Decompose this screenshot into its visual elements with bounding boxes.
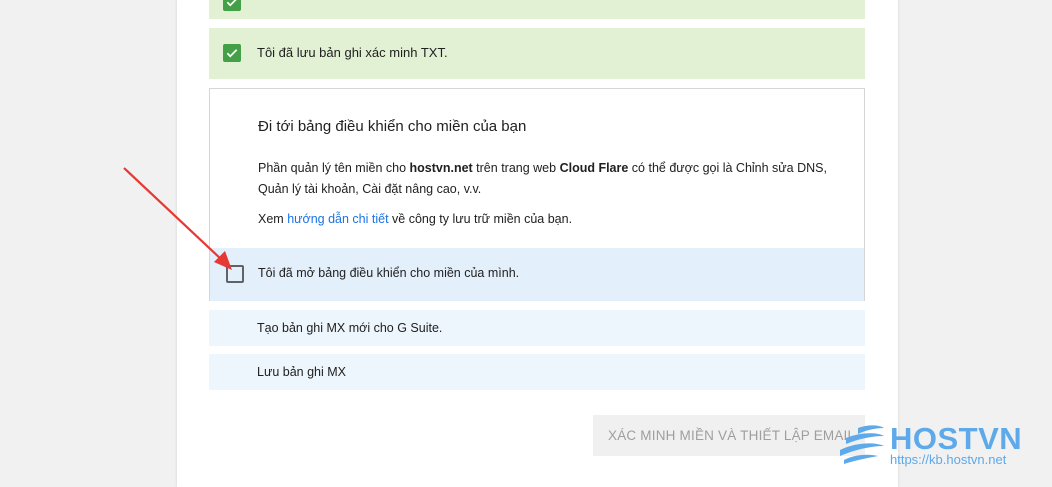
confirm-checkbox[interactable] bbox=[226, 265, 244, 283]
hostvn-logo-icon bbox=[840, 425, 884, 464]
step-pending-mx-save: Lưu bản ghi MX bbox=[209, 354, 865, 390]
step-label: Lưu bản ghi MX bbox=[257, 365, 346, 379]
guide-link[interactable]: hướng dẫn chi tiết bbox=[287, 212, 388, 226]
step-active-domain-console: Đi tới bảng điều khiển cho miền của bạn … bbox=[209, 88, 865, 301]
checkbox-checked[interactable] bbox=[223, 0, 241, 11]
verify-domain-button[interactable]: XÁC MINH MIỀN VÀ THIẾT LẬP EMAIL bbox=[593, 415, 865, 456]
guide-line: Xem hướng dẫn chi tiết về công ty lưu tr… bbox=[258, 212, 572, 226]
guide-text: Xem bbox=[258, 212, 288, 226]
watermark-url: https://kb.hostvn.net bbox=[890, 452, 1007, 467]
desc-text: trên trang web bbox=[472, 161, 560, 175]
confirm-label: Tôi đã mở bảng điều khiển cho miền của m… bbox=[258, 266, 520, 280]
guide-text: về công ty lưu trữ miền của bạn. bbox=[388, 212, 573, 226]
checkbox-checked[interactable] bbox=[223, 44, 241, 62]
confirm-console-row[interactable]: Tôi đã mở bảng điều khiển cho miền của m… bbox=[210, 248, 864, 301]
step-pending-mx-create: Tạo bản ghi MX mới cho G Suite. bbox=[209, 310, 865, 346]
hostvn-watermark: HOSTVN https://kb.hostvn.net bbox=[838, 418, 1038, 470]
checkmark-icon bbox=[226, 49, 238, 58]
step-completed-txt: Tôi đã lưu bản ghi xác minh TXT. bbox=[209, 28, 865, 79]
checkmark-icon bbox=[226, 0, 237, 7]
step-description: Phần quản lý tên miền cho hostvn.net trê… bbox=[258, 158, 848, 200]
domain-name: hostvn.net bbox=[409, 161, 473, 175]
step-label: Tạo bản ghi MX mới cho G Suite. bbox=[257, 321, 443, 335]
step-label: Tôi đã lưu bản ghi xác minh TXT. bbox=[257, 45, 448, 60]
registrar-name: Cloud Flare bbox=[559, 161, 629, 175]
setup-card: Tôi đã lưu bản ghi xác minh TXT. Đi tới … bbox=[177, 0, 898, 487]
step-heading: Đi tới bảng điều khiển cho miền của bạn bbox=[258, 118, 527, 135]
step-completed-previous bbox=[209, 0, 865, 19]
desc-text: Phần quản lý tên miền cho bbox=[258, 161, 410, 175]
